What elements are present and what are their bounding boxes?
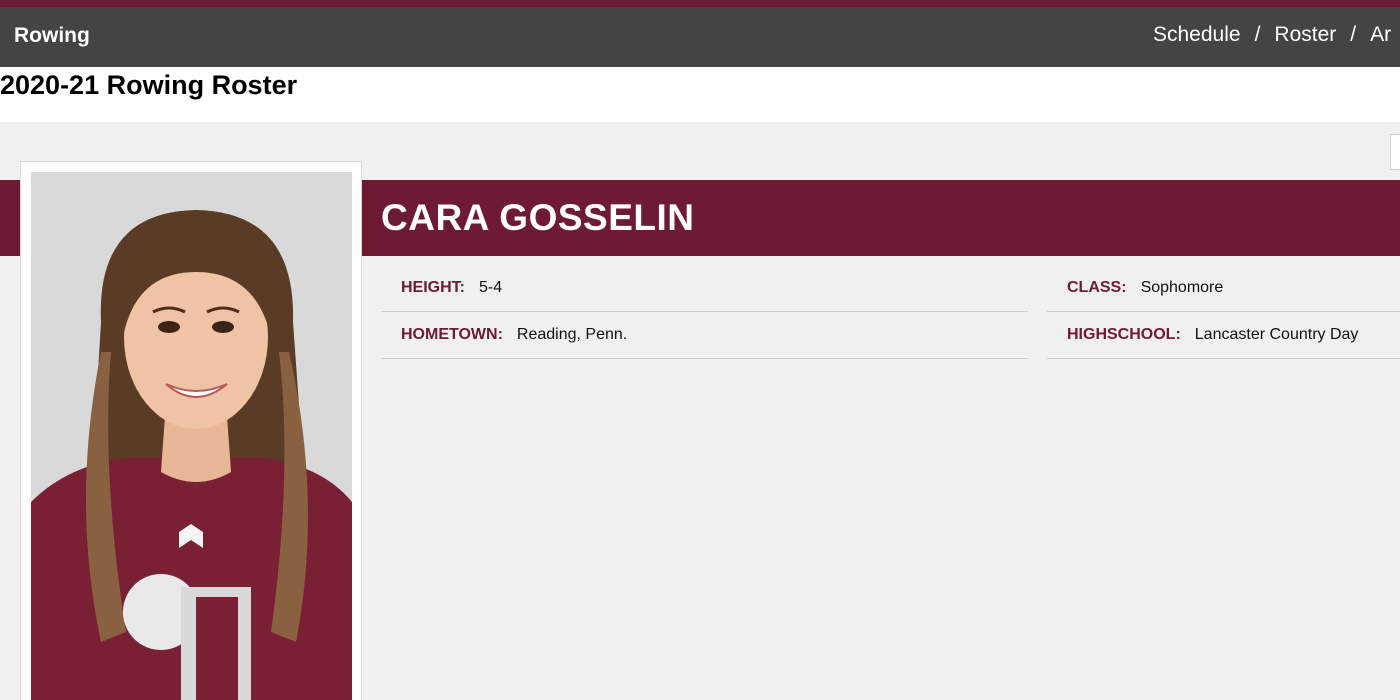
height-value: 5-4: [479, 279, 503, 296]
bio-row-height: HEIGHT: 5-4: [381, 265, 1028, 312]
player-bio-section: CARA GOSSELIN HEIGHT: 5-4 HOMETOWN: Read…: [0, 122, 1400, 700]
top-brand-stripe: [0, 0, 1400, 7]
class-label: CLASS:: [1067, 279, 1127, 296]
height-label: HEIGHT:: [401, 279, 465, 296]
nav-separator: /: [1350, 23, 1357, 46]
player-photo-frame: [20, 161, 362, 700]
player-photo: [31, 172, 352, 700]
hometown-value: Reading, Penn.: [516, 326, 628, 343]
bio-row-highschool: HIGHSCHOOL: Lancaster Country Day: [1047, 312, 1400, 359]
nav-link-schedule[interactable]: Schedule: [1153, 23, 1241, 47]
nav-link-roster[interactable]: Roster: [1274, 23, 1336, 47]
corner-control[interactable]: [1390, 134, 1400, 170]
page-title: 2020-21 Rowing Roster: [0, 70, 298, 100]
class-value: Sophomore: [1140, 279, 1224, 296]
nav-separator: /: [1254, 23, 1261, 46]
player-name: CARA GOSSELIN: [381, 197, 695, 238]
sport-title-link[interactable]: Rowing: [14, 24, 90, 48]
nav-link-truncated[interactable]: Ar: [1370, 23, 1391, 47]
highschool-label: HIGHSCHOOL:: [1067, 326, 1181, 343]
hometown-label: HOMETOWN:: [401, 326, 503, 343]
bio-row-class: CLASS: Sophomore: [1047, 265, 1400, 312]
bio-row-hometown: HOMETOWN: Reading, Penn.: [381, 312, 1028, 359]
highschool-value: Lancaster Country Day: [1194, 326, 1359, 343]
nav-links: Schedule / Roster / Ar: [1153, 23, 1391, 47]
top-navigation-bar: Rowing Schedule / Roster / Ar: [0, 7, 1400, 67]
player-portrait-image: [31, 172, 352, 700]
